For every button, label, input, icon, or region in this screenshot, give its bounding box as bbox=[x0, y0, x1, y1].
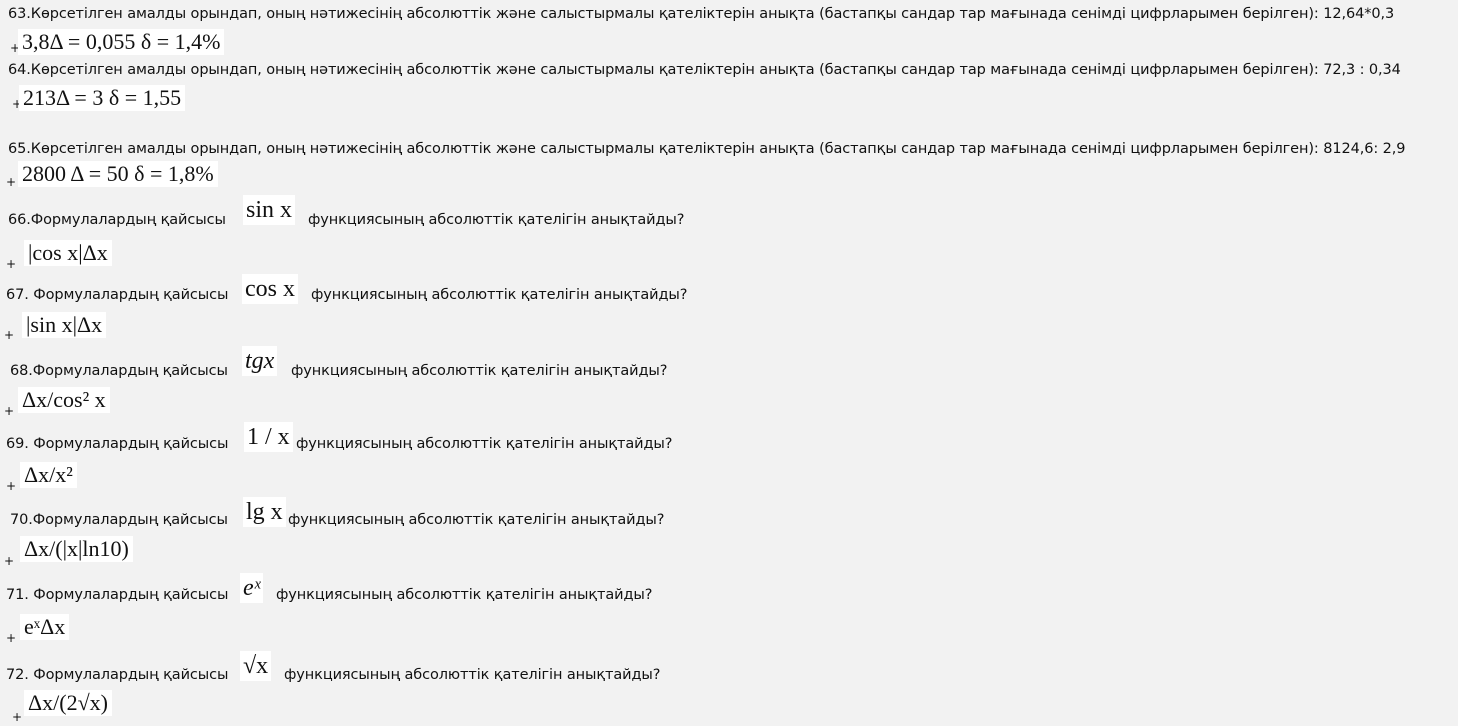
answer-63: 3,8Δ = 0,055 δ = 1,4% bbox=[18, 29, 225, 55]
answer-marker: + bbox=[12, 710, 23, 724]
question-70-prefix: 70.Формулалардың қайсысы bbox=[10, 512, 228, 528]
formula-tgx: tgx bbox=[242, 346, 278, 376]
question-65: 65.Көрсетілген амалды орындап, оның нәти… bbox=[8, 141, 1406, 157]
question-70-suffix: функциясының абсолюттік қателігін анықта… bbox=[288, 512, 665, 528]
answer-marker: + bbox=[4, 404, 15, 418]
question-66-prefix: 66.Формулалардың қайсысы bbox=[8, 212, 226, 228]
answer-marker: + bbox=[4, 554, 15, 568]
answer-72: Δx/(2√x) bbox=[24, 690, 112, 716]
formula-lgx: lg x bbox=[243, 497, 286, 527]
question-69-suffix: функциясының абсолюттік қателігін анықта… bbox=[296, 436, 673, 452]
formula-cosx: cos x bbox=[242, 274, 298, 304]
answer-68: Δx/cos² x bbox=[18, 387, 110, 413]
answer-65: 2800 Δ = 50 δ = 1,8% bbox=[18, 161, 218, 187]
formula-sqrtx: √x bbox=[240, 651, 272, 681]
question-67-suffix: функциясының абсолюттік қателігін анықта… bbox=[311, 287, 688, 303]
question-69-prefix: 69. Формулалардың қайсысы bbox=[6, 436, 229, 452]
formula-ex: eˣ bbox=[240, 573, 264, 603]
formula-1-over-x: 1 / x bbox=[244, 422, 293, 452]
answer-marker: + bbox=[6, 175, 17, 189]
answer-71: eˣΔx bbox=[20, 614, 70, 640]
answer-marker: + bbox=[6, 257, 17, 271]
answer-marker: + bbox=[4, 328, 15, 342]
question-67-prefix: 67. Формулалардың қайсысы bbox=[6, 287, 229, 303]
question-71-prefix: 71. Формулалардың қайсысы bbox=[6, 587, 229, 603]
question-66-suffix: функциясының абсолюттік қателігін анықта… bbox=[308, 212, 685, 228]
question-63: 63.Көрсетілген амалды орындап, оның нәти… bbox=[8, 6, 1395, 22]
answer-67: |sin x|Δx bbox=[22, 312, 107, 338]
question-72-suffix: функциясының абсолюттік қателігін анықта… bbox=[284, 667, 661, 683]
answer-marker: + bbox=[6, 631, 17, 645]
question-64: 64.Көрсетілген амалды орындап, оның нәти… bbox=[8, 62, 1401, 78]
question-71-suffix: функциясының абсолюттік қателігін анықта… bbox=[276, 587, 653, 603]
formula-sinx: sin x bbox=[243, 195, 296, 225]
answer-70: Δx/(|x|ln10) bbox=[20, 536, 133, 562]
answer-64: 213Δ = 3 δ = 1,55 bbox=[19, 85, 186, 111]
answer-66: |cos x|Δx bbox=[24, 240, 112, 266]
question-68-suffix: функциясының абсолюттік қателігін анықта… bbox=[291, 363, 668, 379]
question-72-prefix: 72. Формулалардың қайсысы bbox=[6, 667, 229, 683]
question-68-prefix: 68.Формулалардың қайсысы bbox=[10, 363, 228, 379]
answer-marker: + bbox=[6, 479, 17, 493]
answer-69: Δx/x² bbox=[20, 462, 77, 488]
